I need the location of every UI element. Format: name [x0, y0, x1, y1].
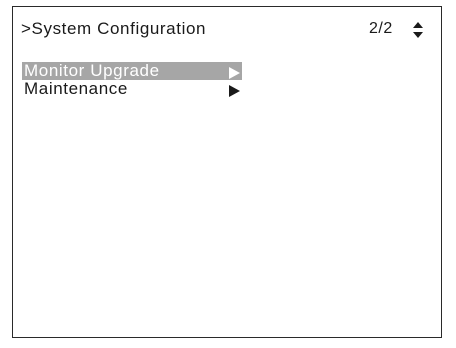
menu-list: Monitor Upgrade Maintenance — [22, 62, 242, 98]
menu-item-monitor-upgrade[interactable]: Monitor Upgrade — [22, 62, 242, 80]
up-down-arrows-icon[interactable] — [412, 21, 424, 39]
page-title: >System Configuration — [21, 19, 207, 38]
page-indicator: 2/2 — [369, 20, 393, 37]
right-triangle-icon — [228, 65, 240, 79]
menu-item-label: Maintenance — [24, 79, 128, 98]
menu-item-maintenance[interactable]: Maintenance — [22, 80, 242, 98]
menu-header: >System Configuration 2/2 — [21, 18, 424, 40]
right-triangle-icon — [228, 83, 240, 97]
monitor-menu-screen — [12, 6, 442, 338]
menu-item-label: Monitor Upgrade — [24, 61, 160, 80]
